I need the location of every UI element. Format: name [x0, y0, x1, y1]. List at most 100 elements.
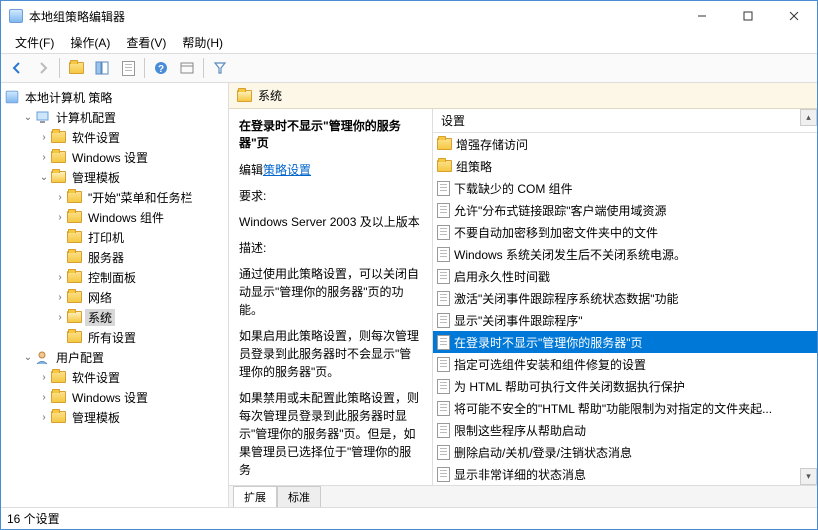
- app-icon: [9, 9, 23, 23]
- list-row-label: Windows 系统关闭发生后不关闭系统电源。: [454, 246, 686, 263]
- tree-all-settings[interactable]: 所有设置: [1, 327, 228, 347]
- list-row[interactable]: 限制这些程序从帮助启动: [433, 419, 817, 441]
- setting-icon: [437, 269, 450, 284]
- folder-icon: [67, 331, 82, 343]
- list-row[interactable]: Windows 系统关闭发生后不关闭系统电源。: [433, 243, 817, 265]
- menu-view[interactable]: 查看(V): [118, 32, 174, 53]
- tree-control-panel[interactable]: ›控制面板: [1, 267, 228, 287]
- menu-help[interactable]: 帮助(H): [174, 32, 231, 53]
- expand-icon[interactable]: ›: [37, 370, 51, 384]
- expand-icon[interactable]: ›: [53, 290, 67, 304]
- menu-action[interactable]: 操作(A): [62, 32, 118, 53]
- setting-icon: [437, 467, 450, 482]
- collapse-icon[interactable]: ⌄: [21, 350, 35, 364]
- tree-start-taskbar[interactable]: ›"开始"菜单和任务栏: [1, 187, 228, 207]
- collapse-icon[interactable]: ⌄: [21, 110, 35, 124]
- list-row[interactable]: 指定可选组件安装和组件修复的设置: [433, 353, 817, 375]
- list-row-label: 不要自动加密移到加密文件夹中的文件: [454, 224, 658, 241]
- properties-button[interactable]: [175, 56, 199, 80]
- show-hide-tree-button[interactable]: [90, 56, 114, 80]
- tree-system[interactable]: ›系统: [1, 307, 228, 327]
- tree-software-settings[interactable]: ›软件设置: [1, 127, 228, 147]
- menu-file[interactable]: 文件(F): [7, 32, 62, 53]
- setting-icon: [437, 247, 450, 262]
- list-row[interactable]: 不要自动加密移到加密文件夹中的文件: [433, 221, 817, 243]
- export-button[interactable]: [116, 56, 140, 80]
- setting-icon: [437, 313, 450, 328]
- edit-policy-link[interactable]: 策略设置: [263, 163, 311, 177]
- collapse-icon[interactable]: ⌄: [37, 170, 51, 184]
- list-row-label: 为 HTML 帮助可执行文件关闭数据执行保护: [454, 378, 685, 395]
- list-row[interactable]: 组策略: [433, 155, 817, 177]
- scroll-down-button[interactable]: ▾: [800, 468, 817, 485]
- setting-icon: [437, 225, 450, 240]
- expand-icon[interactable]: ›: [53, 310, 67, 324]
- tree-printers[interactable]: 打印机: [1, 227, 228, 247]
- list-row[interactable]: 删除启动/关机/登录/注销状态消息: [433, 441, 817, 463]
- list-row[interactable]: 增强存储访问: [433, 133, 817, 155]
- maximize-button[interactable]: [725, 1, 771, 31]
- list-row[interactable]: 显示"关闭事件跟踪程序": [433, 309, 817, 331]
- tree-windows-settings[interactable]: ›Windows 设置: [1, 147, 228, 167]
- list-row[interactable]: 允许"分布式链接跟踪"客户端使用域资源: [433, 199, 817, 221]
- close-button[interactable]: [771, 1, 817, 31]
- list-row[interactable]: 将可能不安全的"HTML 帮助"功能限制为对指定的文件夹起...: [433, 397, 817, 419]
- expand-icon[interactable]: ›: [53, 190, 67, 204]
- tree-pane[interactable]: 本地计算机 策略 ⌄计算机配置 ›软件设置 ›Windows 设置 ⌄管理模板 …: [1, 83, 229, 507]
- content-header: 系统: [229, 83, 817, 109]
- policy-icon: [6, 91, 19, 104]
- folder-icon: [67, 251, 82, 263]
- list-row[interactable]: 显示非常详细的状态消息: [433, 463, 817, 485]
- expand-icon[interactable]: ›: [53, 270, 67, 284]
- minimize-button[interactable]: [679, 1, 725, 31]
- folder-icon: [51, 171, 66, 183]
- expand-icon[interactable]: ›: [37, 130, 51, 144]
- tree-servers[interactable]: 服务器: [1, 247, 228, 267]
- list-row[interactable]: 为 HTML 帮助可执行文件关闭数据执行保护: [433, 375, 817, 397]
- list-row[interactable]: 在登录时不显示"管理你的服务器"页: [433, 331, 817, 353]
- titlebar: 本地组策略编辑器: [1, 1, 817, 31]
- detail-pane: 在登录时不显示"管理你的服务器"页 编辑策略设置 要求: Windows Ser…: [229, 109, 433, 485]
- folder-icon: [67, 191, 82, 203]
- list-row-label: 启用永久性时间戳: [454, 268, 550, 285]
- setting-icon: [437, 203, 450, 218]
- list-body[interactable]: 增强存储访问组策略下载缺少的 COM 组件允许"分布式链接跟踪"客户端使用域资源…: [433, 133, 817, 485]
- tree-u-windows-settings[interactable]: ›Windows 设置: [1, 387, 228, 407]
- filter-button[interactable]: [208, 56, 232, 80]
- folder-icon: [51, 151, 66, 163]
- folder-icon: [67, 311, 82, 323]
- help-button[interactable]: ?: [149, 56, 173, 80]
- setting-icon: [437, 379, 450, 394]
- tree-user-config[interactable]: ⌄用户配置: [1, 347, 228, 367]
- tab-extended[interactable]: 扩展: [233, 486, 277, 507]
- up-button[interactable]: [64, 56, 88, 80]
- tree-network[interactable]: ›网络: [1, 287, 228, 307]
- list-row[interactable]: 下载缺少的 COM 组件: [433, 177, 817, 199]
- setting-icon: [437, 357, 450, 372]
- expand-icon[interactable]: ›: [37, 390, 51, 404]
- scroll-up-button[interactable]: ▴: [800, 109, 817, 126]
- list-row[interactable]: 启用永久性时间戳: [433, 265, 817, 287]
- expand-icon[interactable]: ›: [37, 150, 51, 164]
- tree-root[interactable]: 本地计算机 策略: [1, 87, 228, 107]
- list-row[interactable]: 激活"关闭事件跟踪程序系统状态数据"功能: [433, 287, 817, 309]
- status-text: 16 个设置: [7, 510, 60, 527]
- back-button[interactable]: [5, 56, 29, 80]
- forward-button[interactable]: [31, 56, 55, 80]
- tree-admin-templates[interactable]: ⌄管理模板: [1, 167, 228, 187]
- list-row-label: 限制这些程序从帮助启动: [454, 422, 586, 439]
- tab-standard[interactable]: 标准: [277, 486, 321, 507]
- folder-icon: [51, 131, 66, 143]
- tree-u-software-settings[interactable]: ›软件设置: [1, 367, 228, 387]
- tree-u-admin-templates[interactable]: ›管理模板: [1, 407, 228, 427]
- tree-windows-components[interactable]: ›Windows 组件: [1, 207, 228, 227]
- list-header[interactable]: 设置: [433, 109, 817, 133]
- list-row-label: 指定可选组件安装和组件修复的设置: [454, 356, 646, 373]
- expand-icon[interactable]: ›: [53, 210, 67, 224]
- column-settings[interactable]: 设置: [437, 112, 469, 129]
- expand-icon[interactable]: ›: [37, 410, 51, 424]
- tree-computer-config[interactable]: ⌄计算机配置: [1, 107, 228, 127]
- settings-list: 设置 增强存储访问组策略下载缺少的 COM 组件允许"分布式链接跟踪"客户端使用…: [433, 109, 817, 485]
- edit-prefix: 编辑: [239, 163, 263, 177]
- setting-icon: [437, 423, 450, 438]
